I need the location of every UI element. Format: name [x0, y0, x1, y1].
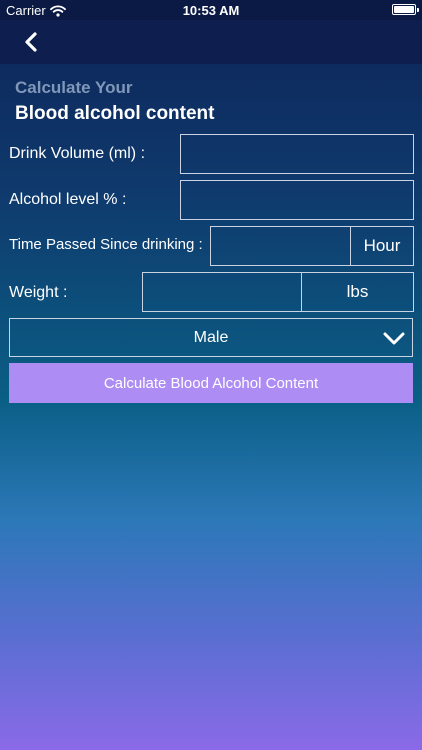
drink-volume-label: Drink Volume (ml) :	[9, 145, 146, 162]
status-time: 10:53 AM	[182, 3, 240, 18]
alcohol-level-label: Alcohol level % :	[9, 191, 127, 208]
time-passed-label: Time Passed Since drinking :	[9, 236, 203, 253]
chevron-left-icon	[25, 32, 37, 52]
status-bar: Carrier 10:53 AM	[0, 0, 422, 20]
time-passed-input[interactable]	[210, 226, 351, 266]
weight-input[interactable]	[142, 272, 302, 312]
weight-label: Weight :	[9, 284, 68, 301]
nav-bar	[0, 20, 422, 64]
calculate-button[interactable]: Calculate Blood Alcohol Content	[9, 363, 413, 403]
drink-volume-input[interactable]	[180, 134, 414, 174]
screen: Carrier 10:53 AM Calculate Your Blood al…	[0, 0, 422, 750]
page-subtitle: Calculate Your	[15, 78, 133, 97]
gender-selected-value: Male	[193, 328, 229, 346]
gender-select[interactable]: Male	[9, 318, 413, 357]
page-title: Blood alcohol content	[15, 103, 215, 124]
time-unit-label: Hour	[350, 226, 414, 266]
weight-unit-label: lbs	[301, 272, 414, 312]
title-block: Calculate Your Blood alcohol content	[15, 78, 215, 125]
back-button[interactable]	[18, 28, 46, 56]
alcohol-level-input[interactable]	[180, 180, 414, 220]
chevron-down-icon	[383, 332, 405, 345]
battery-icon	[392, 4, 419, 15]
